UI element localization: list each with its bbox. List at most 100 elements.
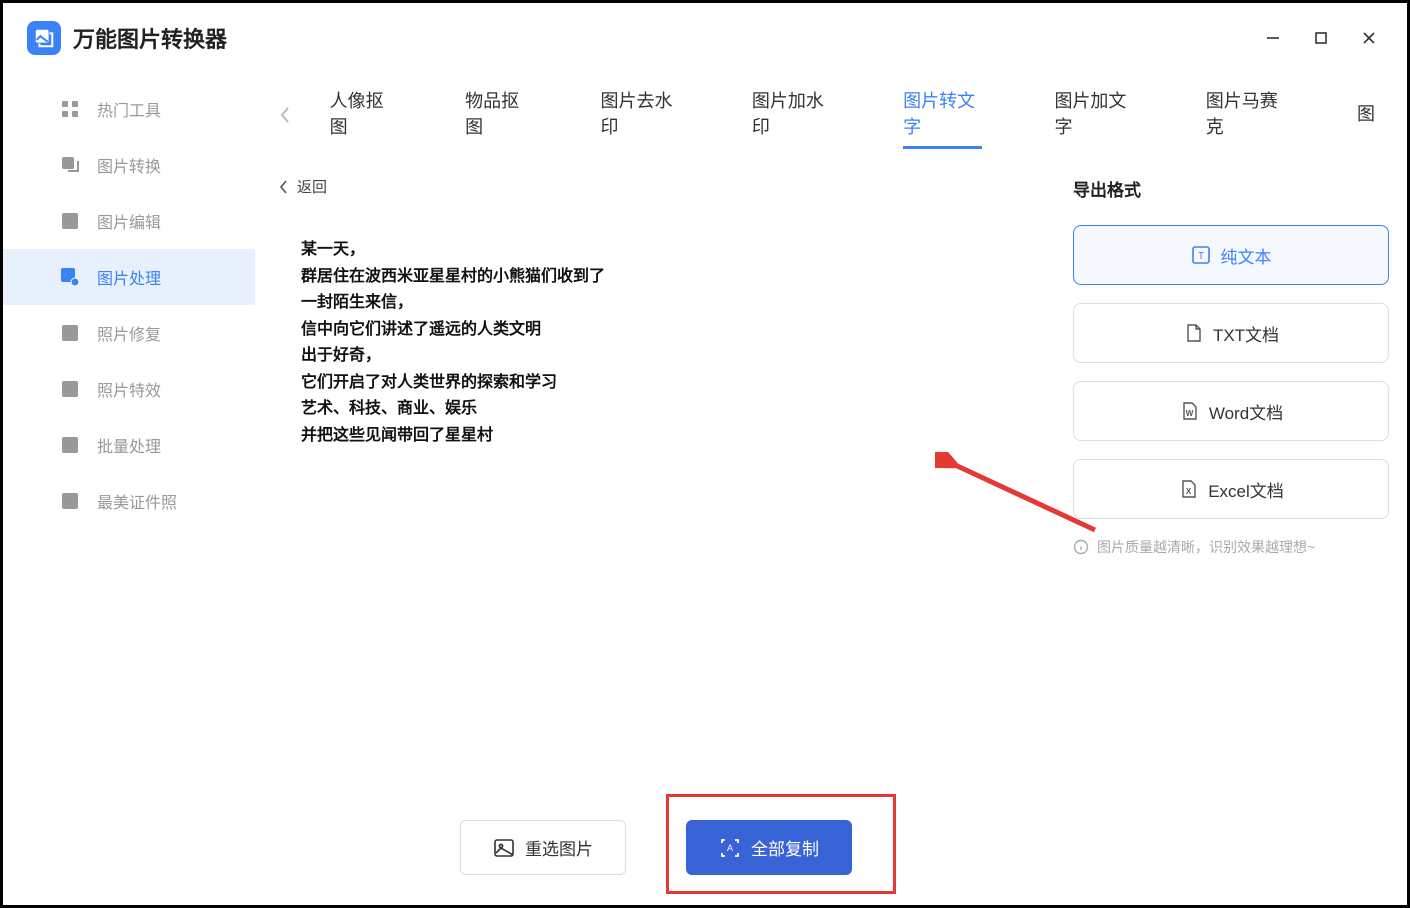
scan-text-icon: A bbox=[719, 837, 741, 859]
word-file-icon: W bbox=[1179, 401, 1199, 421]
button-label: 重选图片 bbox=[525, 835, 593, 860]
ocr-line: 信中向它们讲述了遥远的人类文明 bbox=[301, 317, 1011, 344]
tab-label: 图片加水印 bbox=[752, 91, 824, 137]
sidebar-item-edit[interactable]: 图片编辑 bbox=[3, 193, 255, 249]
back-label: 返回 bbox=[297, 176, 327, 197]
tab-ocr[interactable]: 图片转文字 bbox=[881, 73, 1004, 157]
tab-label: 图 bbox=[1357, 104, 1375, 124]
hint-label: 图片质量越清晰，识别效果越理想~ bbox=[1097, 537, 1315, 557]
effects-icon bbox=[59, 378, 81, 400]
tab-remove-watermark[interactable]: 图片去水印 bbox=[579, 73, 702, 157]
export-option-label: Excel文档 bbox=[1208, 477, 1284, 502]
tabs-row: 人像抠图 物品抠图 图片去水印 图片加水印 图片转文字 图片加文字 图片马赛克 … bbox=[255, 73, 1407, 158]
bottom-actions: 重选图片 A 全部复制 bbox=[273, 802, 1039, 905]
image-swap-icon bbox=[33, 27, 55, 49]
grid-icon bbox=[59, 98, 81, 120]
gear-image-icon bbox=[59, 266, 81, 288]
excel-file-icon: X bbox=[1178, 479, 1198, 499]
edit-icon bbox=[59, 210, 81, 232]
sidebar-item-label: 热门工具 bbox=[97, 97, 161, 121]
tab-object-cutout[interactable]: 物品抠图 bbox=[443, 73, 550, 157]
txt-file-icon bbox=[1183, 323, 1203, 343]
maximize-button[interactable] bbox=[1311, 28, 1331, 48]
app-logo bbox=[27, 21, 61, 55]
export-panel: 导出格式 T 纯文本 TXT文档 W Word文档 X Excel文档 bbox=[1073, 158, 1389, 905]
export-option-label: 纯文本 bbox=[1221, 243, 1272, 268]
ocr-line: 群居住在波西米亚星星村的小熊猫们收到了 bbox=[301, 264, 1011, 291]
ocr-line: 艺术、科技、商业、娱乐 bbox=[301, 396, 1011, 423]
inner-content: 返回 某一天， 群居住在波西米亚星星村的小熊猫们收到了 一封陌生来信， 信中向它… bbox=[255, 158, 1407, 905]
tab-label: 人像抠图 bbox=[330, 91, 384, 137]
sidebar-item-batch[interactable]: 批量处理 bbox=[3, 417, 255, 473]
reselect-image-button[interactable]: 重选图片 bbox=[460, 820, 626, 875]
batch-icon bbox=[59, 434, 81, 456]
sidebar-item-label: 最美证件照 bbox=[97, 489, 177, 513]
text-icon: T bbox=[1191, 245, 1211, 265]
close-icon bbox=[1361, 30, 1377, 46]
ocr-line: 某一天， bbox=[301, 237, 1011, 264]
idphoto-icon bbox=[59, 490, 81, 512]
svg-text:X: X bbox=[1186, 487, 1192, 496]
tabs-scroll-left[interactable] bbox=[273, 101, 298, 129]
sidebar-item-label: 批量处理 bbox=[97, 433, 161, 457]
minimize-button[interactable] bbox=[1263, 28, 1283, 48]
ocr-line: 一封陌生来信， bbox=[301, 290, 1011, 317]
export-option-label: Word文档 bbox=[1209, 399, 1283, 424]
tab-label: 图片马赛克 bbox=[1206, 91, 1278, 137]
svg-text:W: W bbox=[1186, 409, 1194, 418]
sidebar-item-label: 图片转换 bbox=[97, 153, 161, 177]
export-title: 导出格式 bbox=[1073, 176, 1389, 201]
titlebar-left: 万能图片转换器 bbox=[27, 21, 227, 55]
sidebar-item-label: 图片编辑 bbox=[97, 209, 161, 233]
quality-hint: 图片质量越清晰，识别效果越理想~ bbox=[1073, 537, 1389, 557]
tab-clipped[interactable]: 图 bbox=[1335, 86, 1379, 144]
ocr-result-panel: 某一天， 群居住在波西米亚星星村的小熊猫们收到了 一封陌生来信， 信中向它们讲述… bbox=[273, 211, 1039, 790]
tab-label: 图片加文字 bbox=[1054, 91, 1126, 137]
convert-icon bbox=[59, 154, 81, 176]
chevron-left-icon bbox=[279, 105, 291, 125]
tab-add-text[interactable]: 图片加文字 bbox=[1032, 73, 1155, 157]
sidebar-item-idphoto[interactable]: 最美证件照 bbox=[3, 473, 255, 529]
copy-all-button[interactable]: A 全部复制 bbox=[686, 820, 852, 875]
tab-person-cutout[interactable]: 人像抠图 bbox=[308, 73, 415, 157]
button-label: 全部复制 bbox=[751, 835, 819, 860]
sidebar: 热门工具 图片转换 图片编辑 图片处理 照片修复 照片特效 批量处理 最美证件 bbox=[3, 73, 255, 905]
sidebar-item-effects[interactable]: 照片特效 bbox=[3, 361, 255, 417]
content-area: 人像抠图 物品抠图 图片去水印 图片加水印 图片转文字 图片加文字 图片马赛克 … bbox=[255, 73, 1407, 905]
ocr-line: 并把这些见闻带回了星星村 bbox=[301, 423, 1011, 450]
sidebar-item-repair[interactable]: 照片修复 bbox=[3, 305, 255, 361]
image-icon bbox=[493, 838, 515, 858]
maximize-icon bbox=[1314, 31, 1328, 45]
sidebar-item-process[interactable]: 图片处理 bbox=[3, 249, 255, 305]
window-controls bbox=[1263, 28, 1379, 48]
export-option-excel[interactable]: X Excel文档 bbox=[1073, 459, 1389, 519]
info-icon bbox=[1073, 539, 1089, 555]
svg-text:A: A bbox=[727, 843, 733, 853]
tab-mosaic[interactable]: 图片马赛克 bbox=[1184, 73, 1307, 157]
export-option-txt[interactable]: TXT文档 bbox=[1073, 303, 1389, 363]
left-panel: 返回 某一天， 群居住在波西米亚星星村的小熊猫们收到了 一封陌生来信， 信中向它… bbox=[273, 158, 1039, 905]
tab-label: 图片转文字 bbox=[903, 91, 975, 137]
svg-text:T: T bbox=[1197, 251, 1203, 262]
close-button[interactable] bbox=[1359, 28, 1379, 48]
export-option-word[interactable]: W Word文档 bbox=[1073, 381, 1389, 441]
tab-add-watermark[interactable]: 图片加水印 bbox=[730, 73, 853, 157]
titlebar: 万能图片转换器 bbox=[3, 3, 1407, 73]
tab-label: 图片去水印 bbox=[601, 91, 673, 137]
tab-label: 物品抠图 bbox=[465, 91, 519, 137]
ocr-line: 它们开启了对人类世界的探索和学习 bbox=[301, 370, 1011, 397]
sidebar-item-convert[interactable]: 图片转换 bbox=[3, 137, 255, 193]
back-link[interactable]: 返回 bbox=[273, 158, 1039, 211]
ocr-line: 出于好奇， bbox=[301, 343, 1011, 370]
repair-icon bbox=[59, 322, 81, 344]
sidebar-item-label: 照片特效 bbox=[97, 377, 161, 401]
minimize-icon bbox=[1265, 30, 1281, 46]
app-title: 万能图片转换器 bbox=[73, 22, 227, 54]
chevron-left-icon bbox=[279, 179, 289, 195]
sidebar-item-hot-tools[interactable]: 热门工具 bbox=[3, 81, 255, 137]
sidebar-item-label: 图片处理 bbox=[97, 265, 161, 289]
export-option-label: TXT文档 bbox=[1213, 321, 1279, 346]
main-wrap: 热门工具 图片转换 图片编辑 图片处理 照片修复 照片特效 批量处理 最美证件 bbox=[3, 73, 1407, 905]
sidebar-item-label: 照片修复 bbox=[97, 321, 161, 345]
export-option-plaintext[interactable]: T 纯文本 bbox=[1073, 225, 1389, 285]
